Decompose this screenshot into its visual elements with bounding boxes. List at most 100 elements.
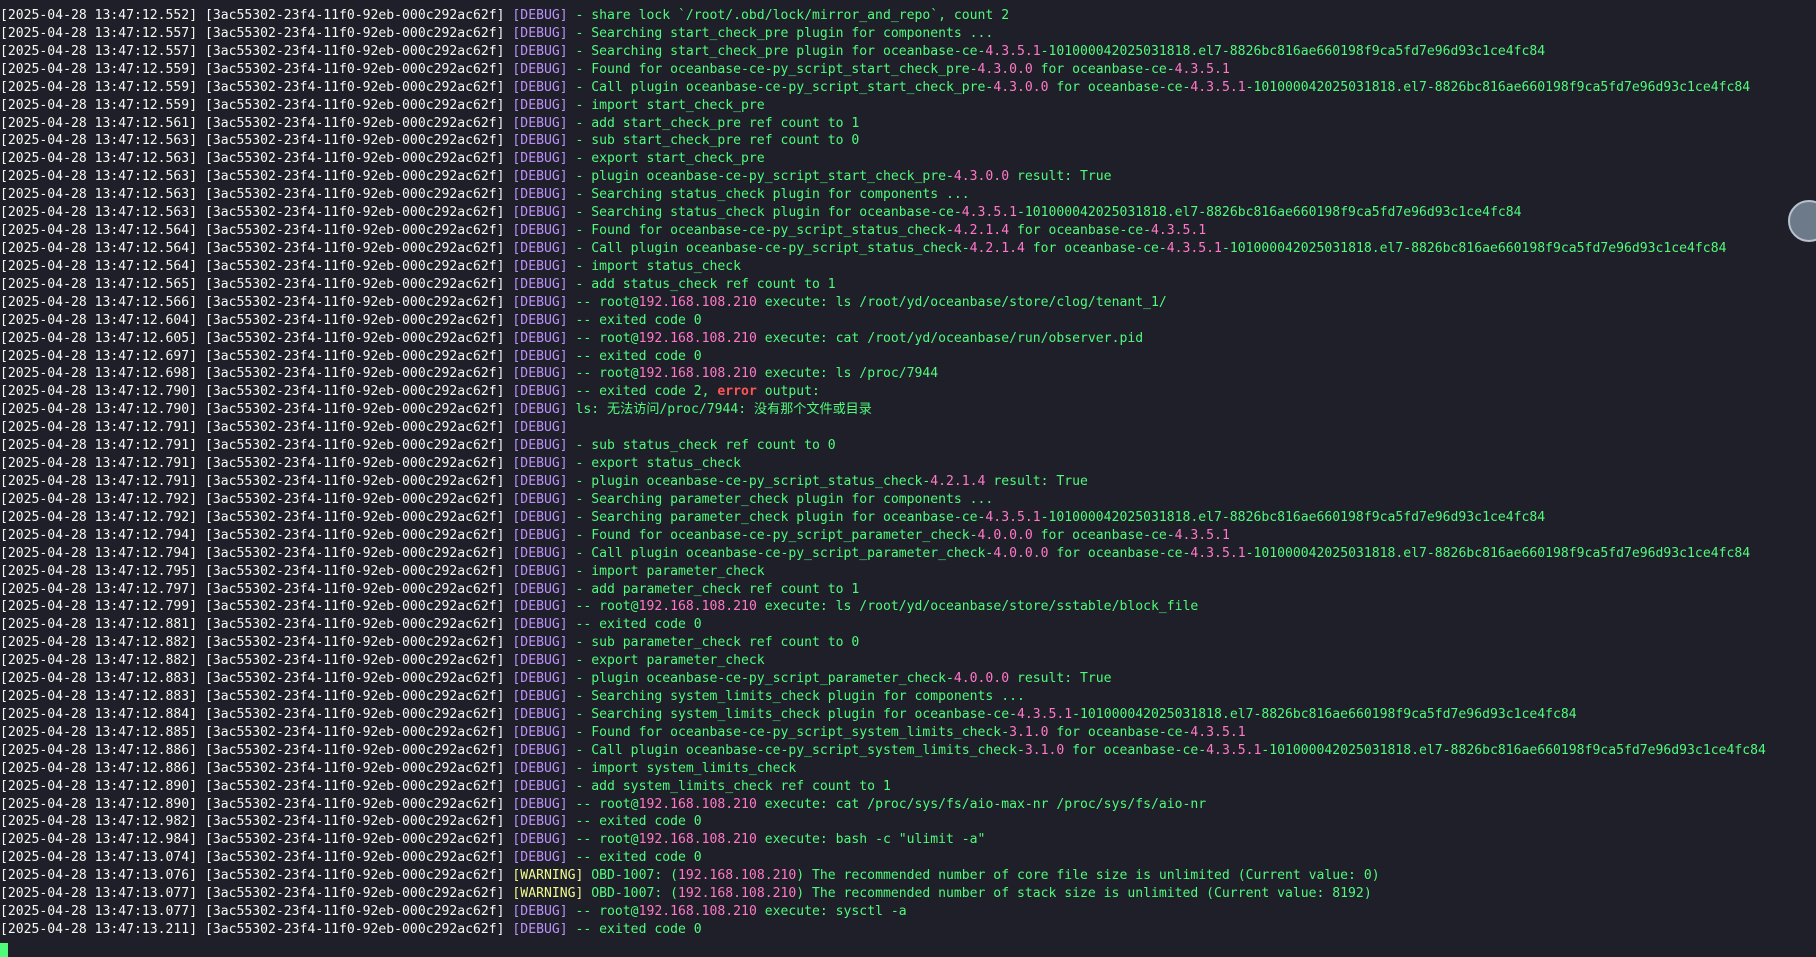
log-timestamp: [2025-04-28 13:47:12.559] xyxy=(0,79,198,95)
log-highlight: 4.2.1.4 xyxy=(969,240,1025,256)
log-timestamp: [2025-04-28 13:47:12.797] xyxy=(0,581,198,597)
log-timestamp: [2025-04-28 13:47:12.559] xyxy=(0,97,198,113)
log-timestamp: [2025-04-28 13:47:12.984] xyxy=(0,832,198,848)
log-trace-id: [3ac55302-23f4-11f0-92eb-000c292ac62f] xyxy=(204,886,505,902)
log-level: [DEBUG] xyxy=(512,760,568,776)
log-trace-id: [3ac55302-23f4-11f0-92eb-000c292ac62f] xyxy=(204,187,505,203)
log-highlight: 192.168.108.210 xyxy=(638,904,757,920)
log-line: [2025-04-28 13:47:12.564] [3ac55302-23f4… xyxy=(0,240,1790,258)
log-line: [2025-04-28 13:47:13.077] [3ac55302-23f4… xyxy=(0,885,1790,903)
log-level: [DEBUG] xyxy=(512,742,568,758)
log-message: for oceanbase-ce- xyxy=(1024,240,1167,256)
log-trace-id: [3ac55302-23f4-11f0-92eb-000c292ac62f] xyxy=(204,348,505,364)
log-line: [2025-04-28 13:47:12.565] [3ac55302-23f4… xyxy=(0,276,1790,294)
log-message: - Found for oceanbase-ce-py_script_syste… xyxy=(575,724,1010,740)
log-line: [2025-04-28 13:47:12.886] [3ac55302-23f4… xyxy=(0,742,1790,760)
log-level: [DEBUG] xyxy=(512,258,568,274)
log-message: execute: cat /proc/sys/fs/aio-max-nr /pr… xyxy=(756,796,1207,812)
log-line: [2025-04-28 13:47:12.882] [3ac55302-23f4… xyxy=(0,634,1790,652)
log-level: [DEBUG] xyxy=(512,205,568,221)
log-timestamp: [2025-04-28 13:47:12.563] xyxy=(0,187,198,203)
log-message: OBD-1007: ( xyxy=(591,868,678,884)
log-trace-id: [3ac55302-23f4-11f0-92eb-000c292ac62f] xyxy=(204,133,505,149)
log-level: [DEBUG] xyxy=(512,778,568,794)
log-trace-id: [3ac55302-23f4-11f0-92eb-000c292ac62f] xyxy=(204,223,505,239)
log-highlight: 192.168.108.210 xyxy=(677,868,797,884)
log-line: [2025-04-28 13:47:12.885] [3ac55302-23f4… xyxy=(0,724,1790,742)
log-line: [2025-04-28 13:47:12.605] [3ac55302-23f4… xyxy=(0,330,1790,348)
log-line: [2025-04-28 13:47:12.790] [3ac55302-23f4… xyxy=(0,401,1790,419)
log-trace-id: [3ac55302-23f4-11f0-92eb-000c292ac62f] xyxy=(204,832,505,848)
log-level: [DEBUG] xyxy=(512,599,568,615)
log-trace-id: [3ac55302-23f4-11f0-92eb-000c292ac62f] xyxy=(204,760,505,776)
log-trace-id: [3ac55302-23f4-11f0-92eb-000c292ac62f] xyxy=(204,8,505,23)
log-trace-id: [3ac55302-23f4-11f0-92eb-000c292ac62f] xyxy=(204,922,505,938)
log-trace-id: [3ac55302-23f4-11f0-92eb-000c292ac62f] xyxy=(204,509,505,525)
log-message: - Searching start_check_pre plugin for o… xyxy=(575,43,986,59)
log-level: [DEBUG] xyxy=(512,169,568,185)
log-timestamp: [2025-04-28 13:47:13.211] xyxy=(0,922,198,938)
log-message: -- exited code 0 xyxy=(575,814,702,830)
log-message: - import status_check xyxy=(575,258,742,274)
floating-assistant-button[interactable] xyxy=(1788,200,1816,242)
log-trace-id: [3ac55302-23f4-11f0-92eb-000c292ac62f] xyxy=(204,545,505,561)
log-message: ) The recommended number of stack size i… xyxy=(796,886,1372,902)
log-highlight: 4.2.1.4 xyxy=(953,223,1010,239)
log-trace-id: [3ac55302-23f4-11f0-92eb-000c292ac62f] xyxy=(204,366,505,382)
log-level: [DEBUG] xyxy=(512,563,568,579)
log-timestamp: [2025-04-28 13:47:12.883] xyxy=(0,689,198,705)
log-message: - Call plugin oceanbase-ce-py_script_sys… xyxy=(575,742,1025,758)
log-level: [DEBUG] xyxy=(512,545,568,561)
log-highlight: 4.3.5.1 xyxy=(1166,240,1222,256)
log-message: execute: ls /root/yd/oceanbase/store/sst… xyxy=(756,599,1199,615)
log-level: [DEBUG] xyxy=(512,348,568,364)
log-highlight: 192.168.108.210 xyxy=(638,330,757,346)
log-line: [2025-04-28 13:47:12.563] [3ac55302-23f4… xyxy=(0,186,1790,204)
log-message: - import parameter_check xyxy=(575,563,765,579)
log-level: [DEBUG] xyxy=(512,133,568,149)
log-line: [2025-04-28 13:47:12.795] [3ac55302-23f4… xyxy=(0,563,1790,581)
log-message: - add system_limits_check ref count to 1 xyxy=(575,778,891,794)
log-level: [DEBUG] xyxy=(512,689,568,705)
log-line: [2025-04-28 13:47:12.984] [3ac55302-23f4… xyxy=(0,831,1790,849)
log-timestamp: [2025-04-28 13:47:12.884] xyxy=(0,706,198,722)
log-highlight: 4.2.1.4 xyxy=(930,473,986,489)
log-line: [2025-04-28 13:47:12.886] [3ac55302-23f4… xyxy=(0,760,1790,778)
log-message: -- root@ xyxy=(575,599,639,615)
log-line: [2025-04-28 13:47:12.799] [3ac55302-23f4… xyxy=(0,598,1790,616)
log-level: [DEBUG] xyxy=(512,187,568,203)
log-level: [DEBUG] xyxy=(512,330,568,346)
log-line: [2025-04-28 13:47:12.557] [3ac55302-23f4… xyxy=(0,43,1790,61)
log-level: [DEBUG] xyxy=(512,922,568,938)
log-trace-id: [3ac55302-23f4-11f0-92eb-000c292ac62f] xyxy=(204,491,505,507)
log-level: [DEBUG] xyxy=(512,61,568,77)
log-timestamp: [2025-04-28 13:47:12.563] xyxy=(0,151,198,167)
log-message: result: True xyxy=(1009,169,1112,185)
log-timestamp: [2025-04-28 13:47:12.561] xyxy=(0,115,198,131)
log-highlight: 4.3.5.1 xyxy=(1190,79,1246,95)
log-trace-id: [3ac55302-23f4-11f0-92eb-000c292ac62f] xyxy=(204,115,505,131)
log-timestamp: [2025-04-28 13:47:12.552] xyxy=(0,8,198,23)
terminal-cursor xyxy=(0,943,8,957)
log-level: [DEBUG] xyxy=(512,384,568,400)
log-highlight: 4.0.0.0 xyxy=(993,545,1049,561)
log-timestamp: [2025-04-28 13:47:12.794] xyxy=(0,527,198,543)
log-message: for oceanbase-ce- xyxy=(1064,742,1207,758)
log-level: [DEBUG] xyxy=(512,635,568,651)
log-message: result: True xyxy=(1009,671,1112,687)
log-timestamp: [2025-04-28 13:47:12.882] xyxy=(0,653,198,669)
log-message: -- root@ xyxy=(575,294,639,310)
log-line: [2025-04-28 13:47:12.604] [3ac55302-23f4… xyxy=(0,312,1790,330)
log-level: [DEBUG] xyxy=(512,294,568,310)
log-level: [DEBUG] xyxy=(512,115,568,131)
log-highlight: 4.3.5.1 xyxy=(1174,527,1230,543)
log-trace-id: [3ac55302-23f4-11f0-92eb-000c292ac62f] xyxy=(204,205,505,221)
log-message: -- root@ xyxy=(575,366,639,382)
log-level: [DEBUG] xyxy=(512,850,568,866)
log-trace-id: [3ac55302-23f4-11f0-92eb-000c292ac62f] xyxy=(204,25,505,41)
log-timestamp: [2025-04-28 13:47:12.883] xyxy=(0,671,198,687)
log-message: - export start_check_pre xyxy=(575,151,765,167)
log-highlight: 4.3.5.1 xyxy=(961,205,1017,221)
log-level: [DEBUG] xyxy=(512,617,568,633)
log-timestamp: [2025-04-28 13:47:12.563] xyxy=(0,169,198,185)
